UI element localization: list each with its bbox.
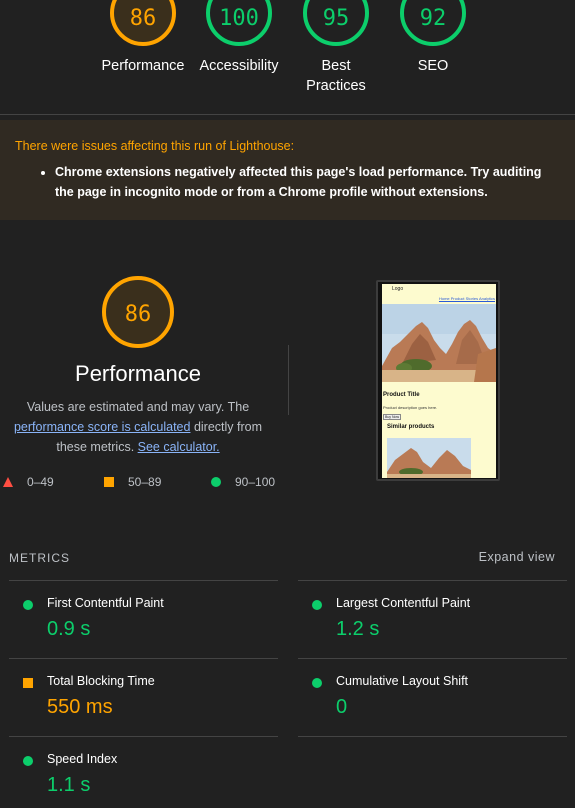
fail-triangle-icon: [3, 477, 13, 487]
category-seo[interactable]: 92 SEO: [378, 0, 488, 76]
thumb-product-desc: Product description goes here.: [383, 405, 438, 410]
thumb-logo: Logo: [392, 286, 404, 292]
best-practices-label: Best Practices: [306, 58, 366, 94]
metric-lcp-value: 1.2 s: [336, 618, 380, 640]
accessibility-gauge: 100: [206, 0, 272, 46]
performance-description: Values are estimated and may vary. The p…: [0, 397, 276, 457]
performance-main-gauge: 86: [102, 276, 174, 348]
similar-product-image: [387, 438, 471, 478]
metrics-divider-left-1: [9, 580, 278, 581]
category-best-practices[interactable]: 95 Best Practices: [281, 0, 391, 96]
seo-gauge: 92: [400, 0, 466, 46]
legend-pass-label: 90–100: [235, 475, 276, 489]
warning-banner: There were issues affecting this run of …: [0, 120, 575, 220]
best-practices-score: 95: [322, 6, 350, 31]
metrics-heading: METRICS: [9, 551, 70, 565]
legend-fail-label: 0–49: [27, 475, 54, 489]
metric-cls-value: 0: [336, 696, 348, 718]
thumb-buy-button: Buy Now: [383, 414, 402, 420]
performance-label: Performance: [101, 58, 185, 74]
seo-score: 92: [419, 6, 447, 31]
metric-si-name: Speed Index: [47, 752, 118, 766]
metrics-divider-left-2: [9, 658, 278, 659]
legend-average: 50–89: [104, 475, 161, 489]
performance-title: Performance: [75, 361, 201, 386]
accessibility-score: 100: [219, 6, 259, 31]
pass-circle-icon: [23, 756, 33, 766]
warning-list: Chrome extensions negatively affected th…: [15, 162, 560, 202]
best-practices-gauge: 95: [303, 0, 369, 46]
category-performance[interactable]: 86 Performance: [88, 0, 198, 76]
metric-cls-name: Cumulative Layout Shift: [336, 674, 469, 688]
final-screenshot[interactable]: Logo Home Product Stories Analytics Prod…: [376, 280, 500, 481]
metric-fcp-name: First Contentful Paint: [47, 596, 164, 610]
desc-prefix: Values are estimated and may vary. The: [26, 400, 250, 414]
thumb-nav: Home Product Stories Analytics: [438, 296, 495, 301]
average-square-icon: [104, 477, 114, 487]
metric-tbt-value: 550 ms: [47, 696, 113, 718]
metrics-divider-right-2: [298, 658, 567, 659]
pass-circle-icon: [312, 678, 322, 688]
thumb-similar-heading: Similar products: [387, 424, 435, 430]
pass-circle-icon: [23, 600, 33, 610]
average-square-icon: [23, 678, 33, 688]
metric-fcp-value: 0.9 s: [47, 618, 91, 640]
performance-gauge: 86: [110, 0, 176, 46]
metric-tbt-name: Total Blocking Time: [47, 674, 155, 688]
performance-score: 86: [129, 6, 157, 31]
metrics-divider-left-3: [9, 736, 278, 737]
hero-image: [382, 304, 496, 382]
warning-title: There were issues affecting this run of …: [15, 139, 295, 153]
seo-label: SEO: [417, 58, 449, 74]
metrics-divider-right-1: [298, 580, 567, 581]
expand-view-toggle[interactable]: Expand view: [479, 550, 555, 564]
header-divider: [0, 114, 575, 115]
metrics-divider-right-3: [298, 736, 567, 737]
thumb-product-title: Product Title: [383, 392, 420, 398]
performance-main-score: 86: [124, 302, 152, 327]
legend-average-label: 50–89: [128, 475, 162, 489]
pass-circle-icon: [211, 477, 221, 487]
metric-si-value: 1.1 s: [47, 774, 91, 796]
legend-fail: 0–49: [3, 475, 54, 489]
category-accessibility[interactable]: 100 Accessibility: [184, 0, 294, 76]
see-calculator-link[interactable]: See calculator.: [138, 440, 220, 454]
screenshot-page: Logo Home Product Stories Analytics Prod…: [382, 284, 496, 478]
score-calculated-link[interactable]: performance score is calculated: [14, 420, 190, 434]
warning-item: Chrome extensions negatively affected th…: [55, 162, 560, 202]
legend-pass: 90–100: [211, 475, 275, 489]
metric-lcp-name: Largest Contentful Paint: [336, 596, 471, 610]
section-divider: [288, 345, 289, 415]
pass-circle-icon: [312, 600, 322, 610]
accessibility-label: Accessibility: [199, 58, 279, 74]
